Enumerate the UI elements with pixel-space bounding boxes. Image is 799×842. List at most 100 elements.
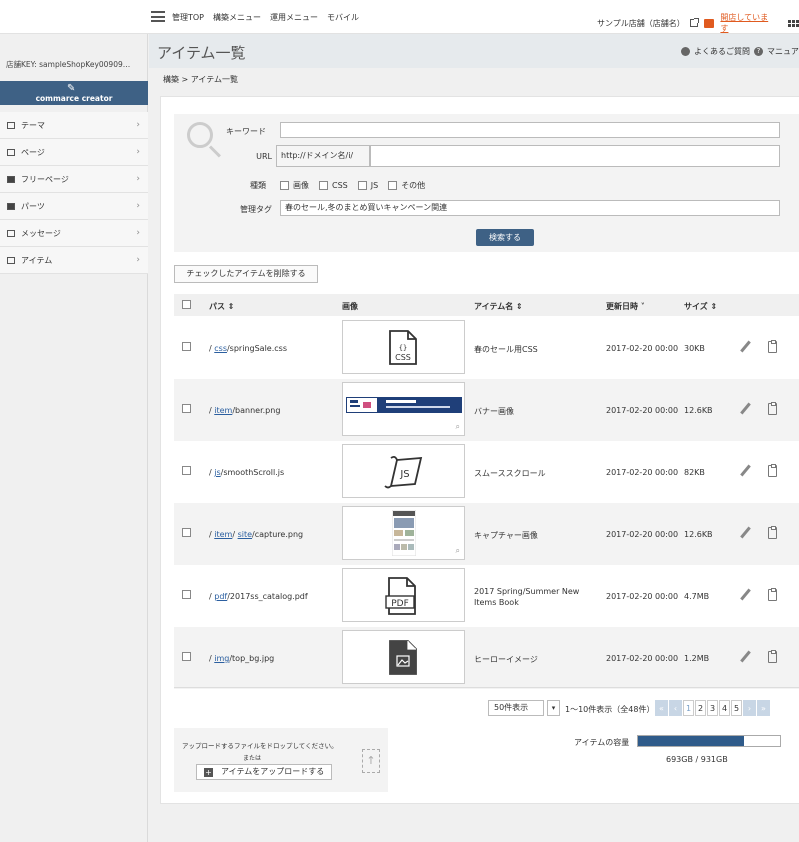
- external-link-icon[interactable]: [690, 18, 700, 27]
- page-header: アイテム一覧 よくあるご質問 ? マニュア: [149, 34, 799, 68]
- zoom-icon[interactable]: ⌕: [456, 422, 460, 432]
- edit-icon[interactable]: [740, 340, 751, 353]
- row-checkbox[interactable]: [182, 590, 191, 599]
- path-link[interactable]: item: [214, 406, 232, 415]
- nav-operation-menu[interactable]: 運用メニュー: [270, 12, 318, 23]
- sidebar-item-theme[interactable]: テーマ ›: [0, 112, 148, 139]
- question-icon: ?: [754, 47, 763, 56]
- type-css-checkbox[interactable]: CSS: [319, 181, 348, 190]
- page-5[interactable]: 5: [731, 700, 742, 716]
- chevron-down-icon[interactable]: ▾: [547, 700, 560, 716]
- row-checkbox[interactable]: [182, 652, 191, 661]
- item-thumbnail[interactable]: JS: [342, 444, 465, 498]
- sidebar-item-page[interactable]: ページ ›: [0, 139, 148, 166]
- checkbox-icon[interactable]: [280, 181, 289, 190]
- sidebar-item-label: パーツ: [21, 201, 45, 211]
- item-thumbnail[interactable]: ⌕: [342, 506, 465, 560]
- url-input[interactable]: [370, 145, 780, 167]
- zoom-icon[interactable]: ⌕: [456, 546, 460, 556]
- nav-build-menu[interactable]: 構築メニュー: [213, 12, 261, 23]
- type-js-checkbox[interactable]: JS: [357, 181, 378, 190]
- last-page-button[interactable]: »: [757, 700, 770, 716]
- page-1[interactable]: 1: [683, 700, 694, 716]
- sidebar-item-label: メッセージ: [21, 228, 61, 238]
- clipboard-icon[interactable]: [768, 650, 777, 663]
- edit-icon[interactable]: [740, 402, 751, 415]
- menu-icon[interactable]: [151, 11, 165, 22]
- nav-mobile[interactable]: モバイル: [327, 12, 359, 23]
- row-checkbox[interactable]: [182, 342, 191, 351]
- path-link[interactable]: img: [214, 654, 229, 663]
- capacity-label: アイテムの容量: [574, 738, 630, 747]
- chevron-right-icon: ›: [136, 228, 140, 238]
- wrench-icon: ✎: [67, 83, 76, 94]
- checkbox-icon[interactable]: [357, 181, 367, 190]
- prev-page-button[interactable]: ‹: [669, 700, 682, 716]
- keyword-input[interactable]: [280, 122, 780, 138]
- checkbox-icon[interactable]: [388, 181, 398, 190]
- col-path[interactable]: パス ⇕: [209, 301, 235, 312]
- select-all-checkbox[interactable]: [182, 300, 191, 309]
- item-thumbnail[interactable]: PDF: [342, 568, 465, 622]
- item-thumbnail[interactable]: [342, 630, 465, 684]
- js-file-icon: JS: [384, 455, 423, 489]
- item-updated: 2017-02-20 00:00: [606, 592, 679, 601]
- search-form: キーワード URL http://ドメイン名/i/ 種類 画像 CSS JS そ…: [174, 114, 799, 252]
- col-label: 更新日時: [606, 302, 638, 311]
- type-checkboxes: 画像 CSS JS その他: [280, 180, 425, 191]
- sidebar-item-free-page[interactable]: フリーページ ›: [0, 166, 148, 193]
- edit-icon[interactable]: [740, 526, 751, 539]
- free-page-icon: [7, 175, 15, 183]
- type-other-checkbox[interactable]: その他: [388, 180, 425, 191]
- delete-checked-button[interactable]: チェックしたアイテムを削除する: [174, 265, 318, 283]
- next-page-button[interactable]: ›: [743, 700, 756, 716]
- item-size: 12.6KB: [684, 406, 713, 415]
- path-link[interactable]: css: [214, 344, 227, 353]
- checkbox-label: その他: [401, 181, 426, 190]
- item-thumbnail[interactable]: ⌕: [342, 382, 465, 436]
- per-page-select[interactable]: 50件表示: [488, 700, 544, 716]
- svg-text:{}: {}: [399, 344, 407, 352]
- col-updated[interactable]: 更新日時 ˅: [606, 301, 645, 312]
- page-2[interactable]: 2: [695, 700, 706, 716]
- edit-icon[interactable]: [740, 588, 751, 601]
- store-status-link[interactable]: 開店しています: [720, 12, 776, 34]
- path-link[interactable]: item: [214, 530, 232, 539]
- checkbox-icon[interactable]: [319, 181, 328, 190]
- page-4[interactable]: 4: [719, 700, 730, 716]
- upload-button[interactable]: アイテムをアップロードする: [196, 764, 332, 780]
- row-checkbox[interactable]: [182, 528, 191, 537]
- manual-link[interactable]: マニュア: [767, 46, 799, 57]
- sidebar-item-message[interactable]: メッセージ ›: [0, 220, 148, 247]
- nav-admin-top[interactable]: 管理TOP: [172, 12, 204, 23]
- tag-input[interactable]: 春のセール,冬のまとめ買いキャンペーン関連: [280, 200, 780, 216]
- col-size[interactable]: サイズ ⇕: [684, 301, 717, 312]
- clipboard-icon[interactable]: [768, 464, 777, 477]
- clipboard-icon[interactable]: [768, 526, 777, 539]
- brand-logo[interactable]: ✎ commarce creator: [0, 81, 148, 105]
- apps-grid-icon[interactable]: [788, 19, 799, 27]
- path-link[interactable]: pdf: [214, 592, 227, 601]
- first-page-button[interactable]: «: [655, 700, 668, 716]
- edit-icon[interactable]: [740, 650, 751, 663]
- row-checkbox[interactable]: [182, 466, 191, 475]
- url-label: URL: [256, 152, 272, 161]
- col-name[interactable]: アイテム名 ⇕: [474, 301, 523, 312]
- row-checkbox[interactable]: [182, 404, 191, 413]
- sidebar-item-item[interactable]: アイテム ›: [0, 247, 148, 274]
- edit-icon[interactable]: [740, 464, 751, 477]
- table-row: / img/top_bg.jpg ヒーローイメージ 2017-02-20 00:…: [174, 627, 799, 689]
- path-link[interactable]: site: [238, 530, 252, 539]
- clipboard-icon[interactable]: [768, 340, 777, 353]
- page-3[interactable]: 3: [707, 700, 718, 716]
- upload-area[interactable]: アップロードするファイルをドロップしてください。 または アイテムをアップロード…: [174, 728, 388, 792]
- type-image-checkbox[interactable]: 画像: [280, 180, 309, 191]
- faq-link[interactable]: よくあるご質問: [694, 46, 750, 57]
- sidebar-item-parts[interactable]: パーツ ›: [0, 193, 148, 220]
- shop-key: 店舗KEY: sampleShopKey00909…: [6, 60, 131, 69]
- item-thumbnail[interactable]: {} CSS: [342, 320, 465, 374]
- shop-name[interactable]: サンプル店舗（店舗名）: [597, 18, 685, 29]
- search-button[interactable]: 検索する: [476, 229, 534, 246]
- clipboard-icon[interactable]: [768, 402, 777, 415]
- clipboard-icon[interactable]: [768, 588, 777, 601]
